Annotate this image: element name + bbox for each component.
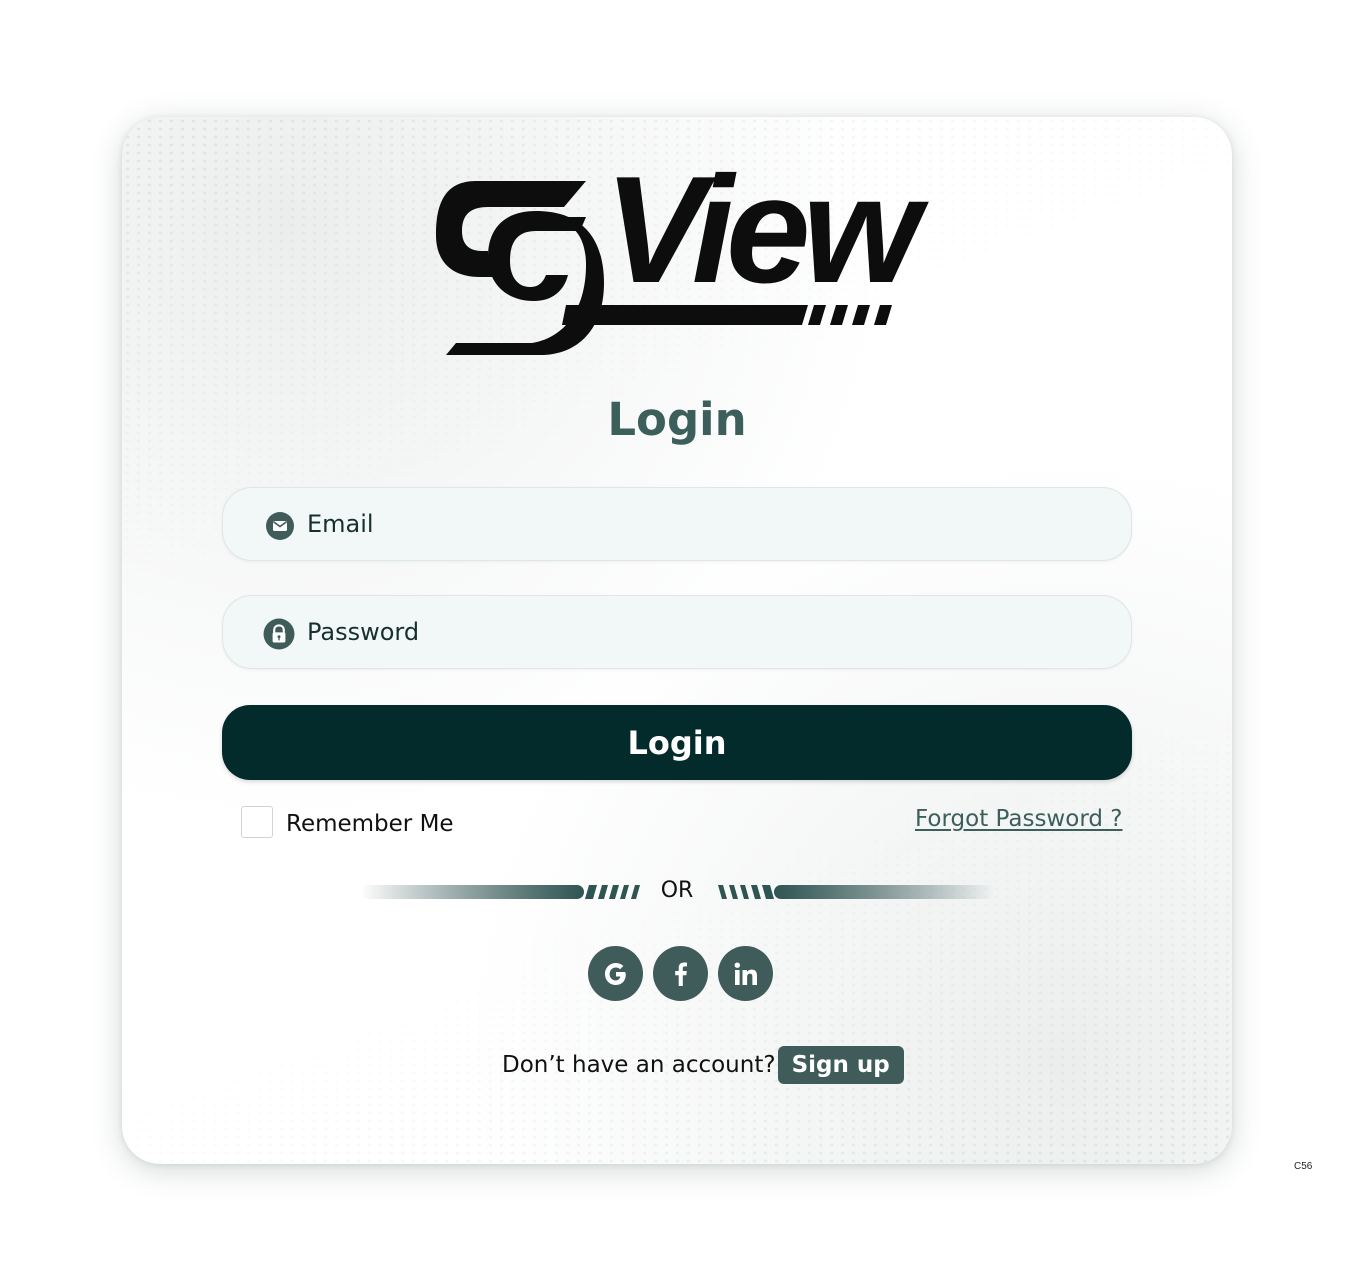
logo-wordmark: View xyxy=(604,145,921,315)
signup-row: Don’t have an account? Sign up xyxy=(502,1046,904,1084)
or-divider: OR xyxy=(360,875,994,907)
linkedin-login-button[interactable] xyxy=(718,946,773,1001)
password-input[interactable] xyxy=(307,596,1107,668)
google-icon xyxy=(604,962,626,985)
facebook-icon xyxy=(674,962,687,986)
social-login-group xyxy=(588,946,773,1001)
google-login-button[interactable] xyxy=(588,946,643,1001)
mail-icon xyxy=(266,512,294,540)
remember-me: Remember Me xyxy=(241,805,454,839)
corner-code: C56 xyxy=(1294,1161,1313,1172)
divider-right xyxy=(718,885,994,899)
email-field-container[interactable] xyxy=(222,487,1132,561)
password-field-container[interactable] xyxy=(222,595,1132,669)
signup-button[interactable]: Sign up xyxy=(777,1046,904,1084)
linkedin-icon xyxy=(734,962,757,985)
login-button[interactable]: Login xyxy=(222,705,1132,780)
facebook-login-button[interactable] xyxy=(653,946,708,1001)
email-input[interactable] xyxy=(307,488,1107,560)
page-title: Login xyxy=(607,393,747,446)
lock-icon xyxy=(263,618,295,650)
forgot-password-link[interactable]: Forgot Password ? xyxy=(915,806,1122,832)
signup-prompt: Don’t have an account? xyxy=(502,1052,776,1078)
or-label: OR xyxy=(660,878,694,903)
divider-left xyxy=(360,885,640,899)
remember-me-checkbox[interactable] xyxy=(241,806,273,838)
remember-me-label: Remember Me xyxy=(286,811,454,837)
